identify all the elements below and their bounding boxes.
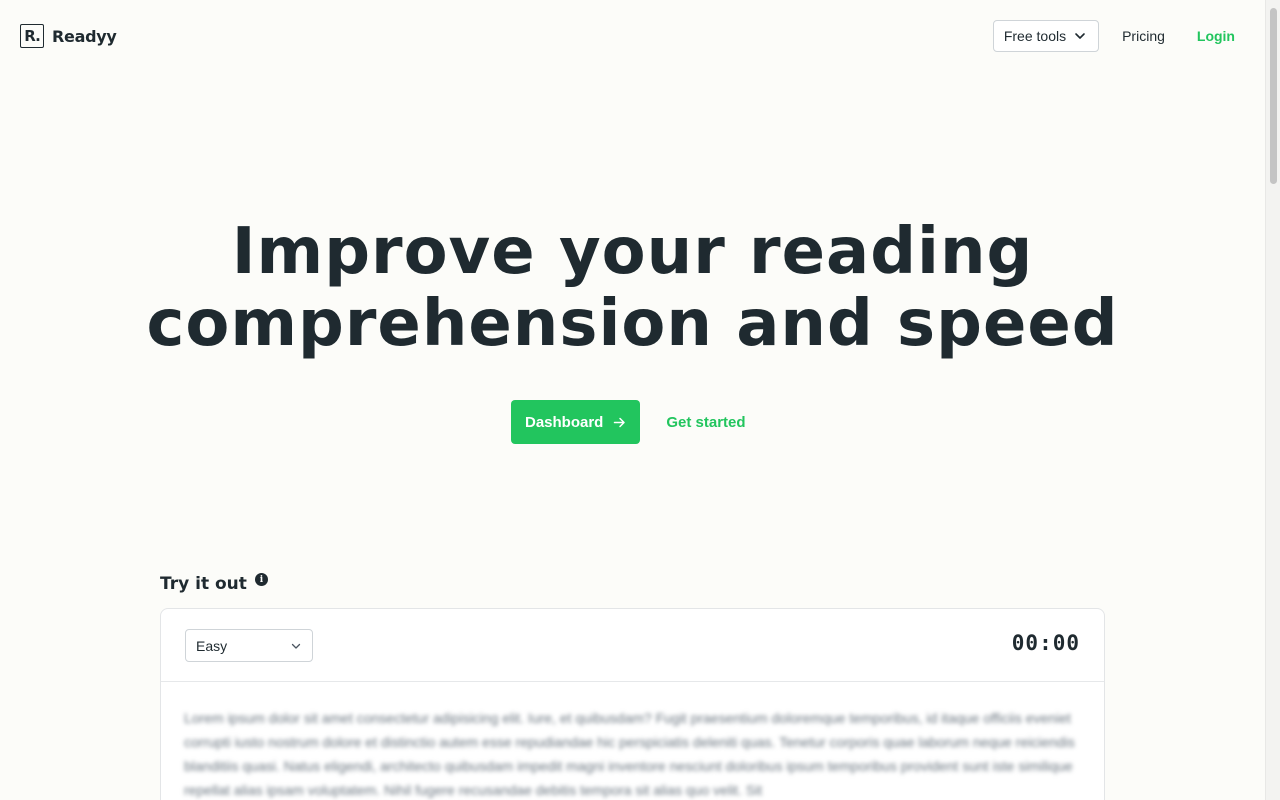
scrollbar-thumb[interactable]	[1270, 8, 1277, 184]
dashboard-label: Dashboard	[525, 413, 604, 431]
free-tools-label: Free tools	[1003, 28, 1067, 44]
top-nav: Free tools Pricing Login	[992, 20, 1235, 52]
cta-row: Dashboard Get started	[511, 400, 746, 444]
scrollbar[interactable]	[1265, 0, 1280, 800]
info-icon[interactable]: i	[254, 573, 268, 586]
chevron-down-icon	[1075, 33, 1085, 39]
dashboard-button[interactable]: Dashboard	[511, 400, 641, 444]
hero-title: Improve your reading comprehension and s…	[0, 216, 1265, 360]
arrow-right-icon	[614, 417, 626, 427]
free-tools-dropdown[interactable]: Free tools	[992, 20, 1100, 52]
logo[interactable]: R. Readyy	[20, 24, 117, 48]
difficulty-select[interactable]: Easy	[185, 629, 313, 662]
chevron-down-icon	[291, 643, 301, 649]
pricing-link[interactable]: Pricing	[1122, 28, 1165, 44]
hero-title-line-1: Improve your reading	[231, 215, 1034, 289]
timer: 00:00	[1011, 631, 1080, 655]
hero-title-line-2: comprehension and speed	[146, 287, 1119, 361]
reading-passage: Lorem ipsum dolor sit amet consectetur a…	[184, 710, 1075, 798]
logo-mark: R.	[20, 24, 44, 48]
header: R. Readyy Free tools Pricing Login	[0, 0, 1265, 72]
card-toolbar: Easy 00:00	[161, 609, 1104, 682]
try-it-out-heading: Try it out i	[160, 573, 268, 594]
try-heading-text: Try it out	[160, 574, 247, 594]
login-link[interactable]: Login	[1197, 28, 1235, 44]
brand-name: Readyy	[52, 26, 117, 46]
difficulty-value: Easy	[196, 637, 228, 654]
get-started-link[interactable]: Get started	[666, 414, 745, 431]
